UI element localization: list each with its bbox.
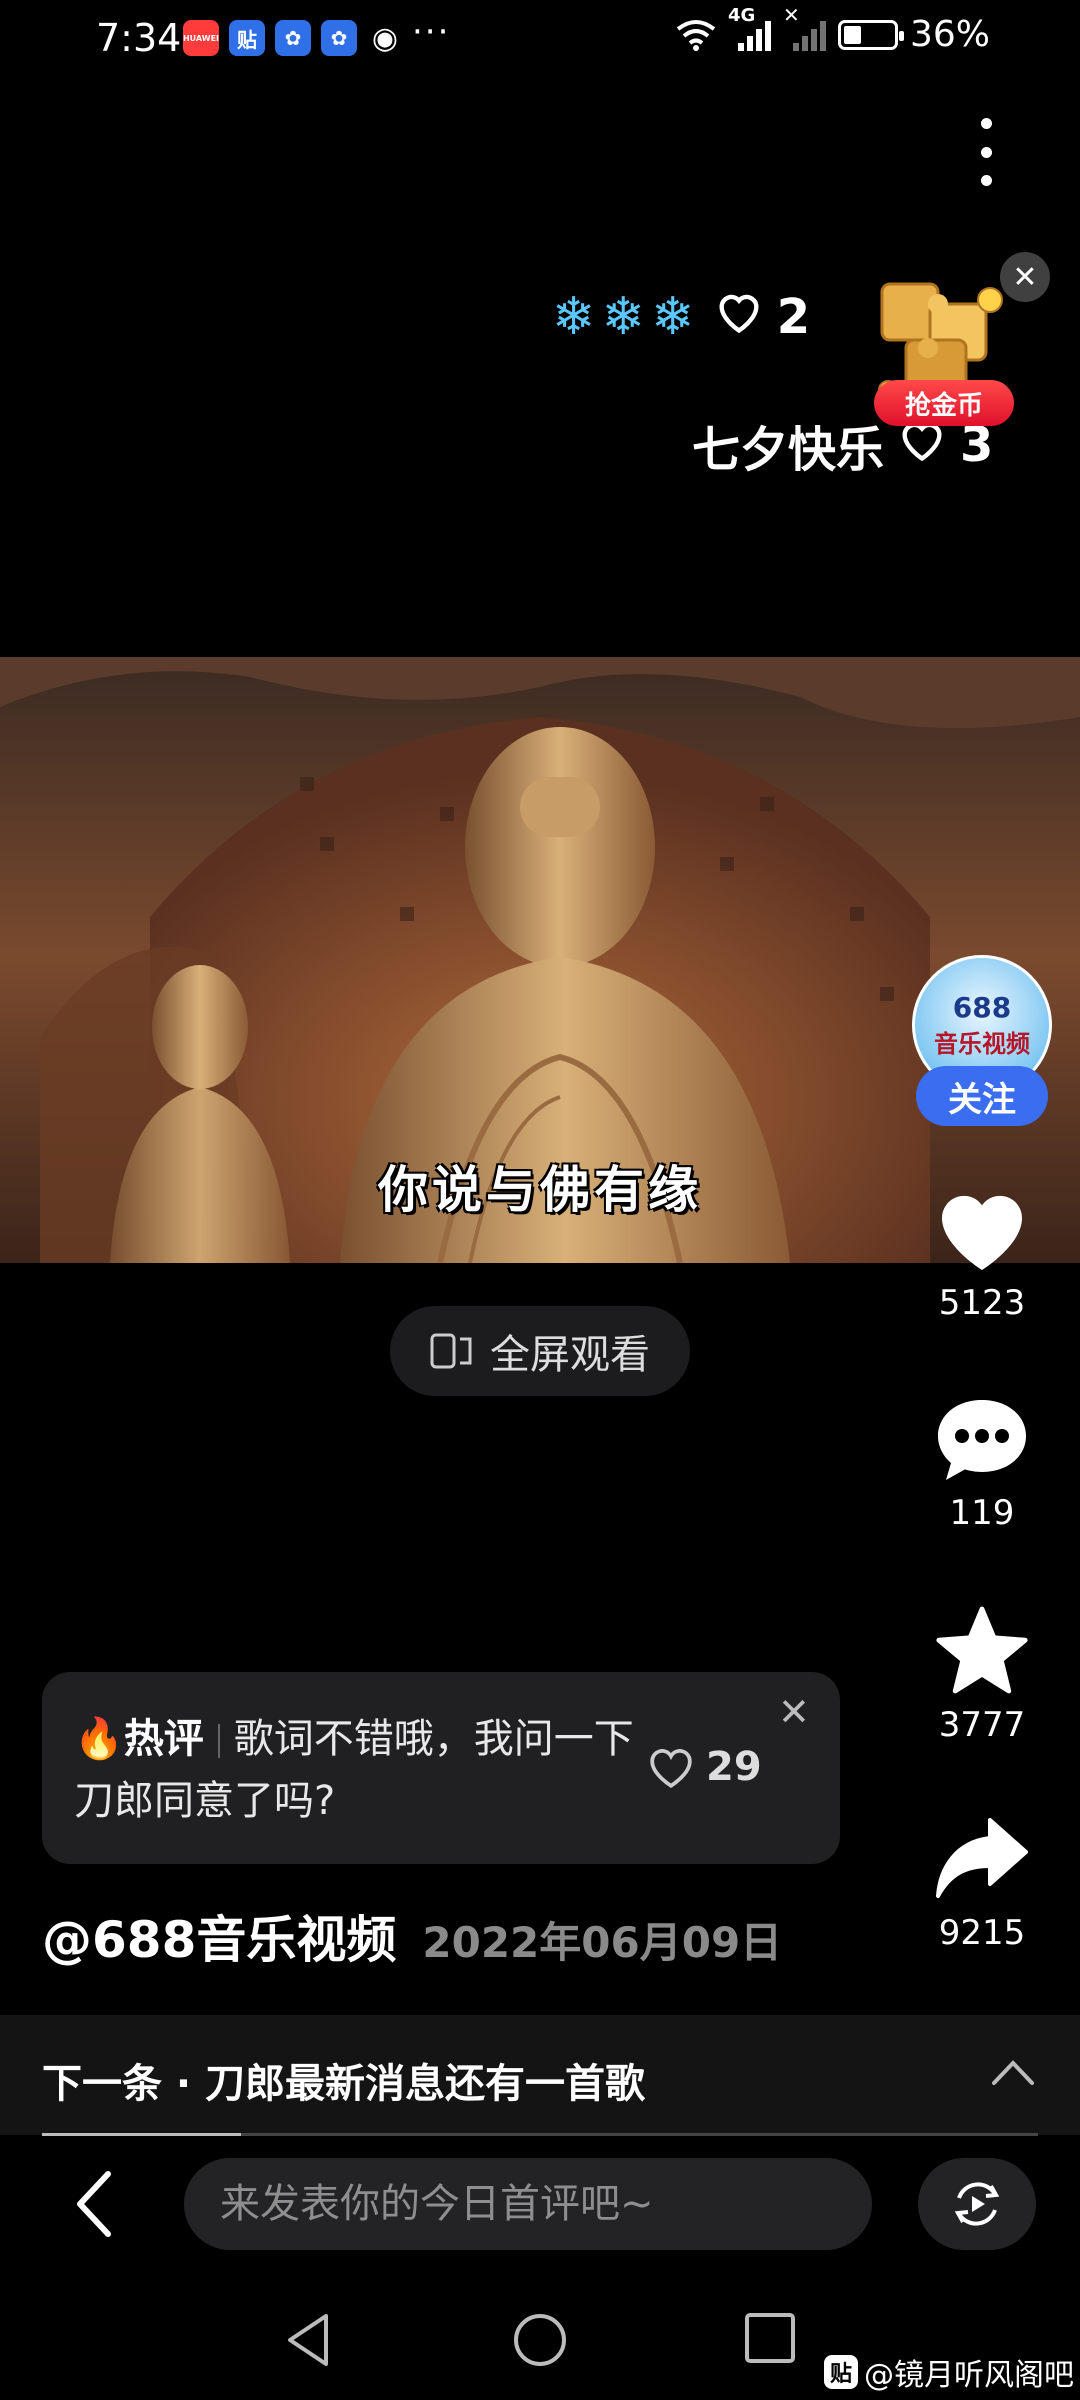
next-video-title: 下一条 · 刀郎最新消息还有一首歌 [42,2061,646,2107]
tieba-logo-icon: 贴 [824,2355,858,2389]
hot-comment-card[interactable]: 🔥热评 歌词不错哦，我问一下刀郎同意了吗? 29 ✕ [42,1672,840,1864]
nav-recents-icon[interactable] [744,2312,796,2364]
nav-home-icon[interactable] [512,2312,568,2368]
post-date: 2022年06月09日 [422,1918,783,1967]
battery-level [843,25,861,44]
heart-outline-icon [650,1749,692,1788]
fullscreen-button[interactable]: 全屏观看 [390,1306,690,1396]
more-notifications-icon: ··· [412,12,451,52]
network-type: 4G [727,4,756,26]
nav-back-icon[interactable] [284,2312,334,2368]
like-button[interactable]: 5123 [910,1185,1054,1323]
coin-widget-label[interactable]: 抢金币 [874,380,1014,426]
more-options-icon[interactable] [968,118,1004,186]
fire-icon: 🔥 [74,1716,124,1762]
follow-button[interactable]: 关注 [916,1066,1048,1126]
comment-button[interactable]: 119 [910,1395,1054,1533]
danmaku-text: 七夕快乐 [692,422,885,478]
next-video-bar[interactable]: 下一条 · 刀郎最新消息还有一首歌 [0,2015,1080,2135]
huawei-app-icon: HUAWEI [183,20,219,56]
replay-icon [954,2182,1000,2226]
status-bar: 7:34 HUAWEI 贴 ✿ ✿ ◉ ··· 4G ✕ 36% [0,0,1080,80]
hot-comment-text-block: 🔥热评 歌词不错哦，我问一下刀郎同意了吗? [74,1708,634,1832]
comment-bubble-icon [938,1400,1026,1480]
back-arrow-icon[interactable] [70,2168,120,2240]
divider [217,1724,220,1758]
avatar-text: 688 [952,991,1012,1024]
post-meta: @688音乐视频 2022年06月09日 [42,1900,782,1972]
comment-count: 119 [949,1493,1015,1533]
favorite-count: 3777 [938,1705,1026,1745]
star-icon [936,1606,1028,1694]
fullscreen-label: 全屏观看 [490,1332,650,1378]
close-icon[interactable]: ✕ [778,1690,810,1734]
hot-comment-like-count: 29 [706,1744,762,1790]
favorite-button[interactable]: 3777 [910,1605,1054,1745]
coin-widget-close-icon[interactable]: ✕ [1000,252,1050,302]
tieba-app-icon: 贴 [229,20,265,56]
progress-track [42,2133,1038,2136]
battery-icon [837,19,904,50]
battery-percent: 36% [909,14,990,55]
like-count: 5123 [938,1283,1026,1323]
share-arrow-icon [936,1818,1028,1898]
heart-outline-icon[interactable] [713,285,765,349]
heart-icon [941,1195,1023,1270]
baidu-app-icon: ✿ [321,20,357,56]
share-button[interactable]: 9215 [910,1815,1054,1953]
status-indicators: 4G ✕ 36% [676,3,990,55]
danmaku-item: ❄❄❄ 2 [552,285,810,349]
hot-comment-like-button[interactable]: 29 [646,1744,762,1790]
wifi-icon [676,19,716,51]
signal-4g-icon: 4G [728,5,771,51]
watermark: 贴 @镜月听风阁吧 [824,2350,1074,2394]
progress-fill [42,2133,242,2136]
author-name[interactable]: @688音乐视频 [42,1900,396,1972]
chevron-up-icon[interactable] [990,2057,1036,2087]
replay-button[interactable] [918,2158,1036,2250]
watermark-text: @镜月听风阁吧 [864,2358,1074,2393]
danmaku-like-count: 2 [776,289,811,345]
baidu-app-icon: ✿ [275,20,311,56]
fullscreen-icon [430,1333,472,1369]
share-count: 9215 [938,1913,1026,1953]
snowflake-icon: ❄❄❄ [552,287,701,347]
comment-input[interactable] [184,2158,872,2250]
status-time: 7:34 [96,16,182,60]
signal-sim2-icon: ✕ [783,3,826,51]
avatar-text: 音乐视频 [934,1029,1030,1058]
hot-comment-tag: 热评 [123,1716,204,1762]
notification-icons: HUAWEI 贴 ✿ ✿ ◉ [183,20,403,56]
wechat-app-icon: ◉ [371,20,399,56]
